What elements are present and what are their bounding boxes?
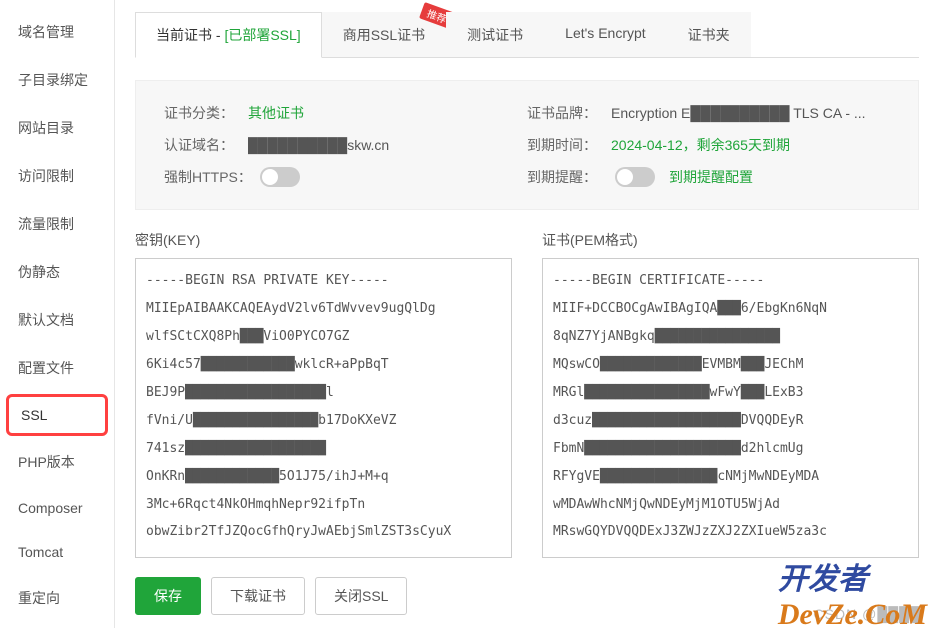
tab-commercial-ssl[interactable]: 商用SSL证书 推荐: [322, 12, 446, 57]
key-title: 密钥(KEY): [135, 230, 512, 250]
save-button[interactable]: 保存: [135, 577, 201, 615]
close-ssl-button[interactable]: 关闭SSL: [315, 577, 407, 615]
sidebar: 域名管理 子目录绑定 网站目录 访问限制 流量限制 伪静态 默认文档 配置文件 …: [0, 0, 115, 628]
cert-brand-label: 证书品牌：: [527, 103, 607, 123]
sidebar-item-rewrite[interactable]: 伪静态: [0, 248, 114, 296]
csdn-watermark: CSDN @████: [814, 606, 921, 622]
pem-title: 证书(PEM格式): [542, 230, 919, 250]
tab-label: 商用SSL证书: [343, 27, 425, 43]
cert-type-label: 证书分类：: [164, 103, 244, 123]
cert-info-panel: 证书分类： 其他证书 证书品牌： Encryption E██████████ …: [135, 80, 919, 210]
force-https-toggle[interactable]: [260, 167, 300, 187]
sidebar-item-composer[interactable]: Composer: [0, 486, 114, 530]
tab-label-prefix: 当前证书 -: [156, 27, 224, 43]
key-textarea[interactable]: [135, 258, 512, 558]
tab-cert-folder[interactable]: 证书夹: [667, 12, 751, 57]
expire-remind-toggle[interactable]: [615, 167, 655, 187]
sidebar-item-config[interactable]: 配置文件: [0, 344, 114, 392]
sidebar-item-default-doc[interactable]: 默认文档: [0, 296, 114, 344]
sidebar-item-domain[interactable]: 域名管理: [0, 8, 114, 56]
pem-box: 证书(PEM格式): [542, 230, 919, 561]
download-cert-button[interactable]: 下载证书: [211, 577, 305, 615]
sidebar-item-redirect[interactable]: 重定向: [0, 574, 114, 622]
key-box: 密钥(KEY): [135, 230, 512, 561]
tab-current-cert[interactable]: 当前证书 - [已部署SSL]: [135, 12, 322, 58]
auth-domain-label: 认证域名：: [164, 135, 244, 155]
expire-value: 2024-04-12，剩余365天到期: [611, 135, 790, 155]
sidebar-item-ssl[interactable]: SSL: [6, 394, 108, 436]
expire-remind-config-link[interactable]: 到期提醒配置: [669, 167, 753, 187]
expire-remind-label: 到期提醒：: [527, 167, 607, 187]
cert-type-value: 其他证书: [248, 103, 304, 123]
auth-domain-value: ██████████skw.cn: [248, 137, 389, 153]
expire-label: 到期时间：: [527, 135, 607, 155]
tab-letsencrypt[interactable]: Let's Encrypt: [544, 12, 667, 57]
pem-textarea[interactable]: [542, 258, 919, 558]
ssl-tabs: 当前证书 - [已部署SSL] 商用SSL证书 推荐 测试证书 Let's En…: [135, 12, 919, 58]
cert-brand-value: Encryption E██████████ TLS CA - ...: [611, 105, 866, 121]
tab-deployed-badge: [已部署SSL]: [224, 27, 300, 43]
sidebar-item-sitedir[interactable]: 网站目录: [0, 104, 114, 152]
sidebar-item-subdir[interactable]: 子目录绑定: [0, 56, 114, 104]
sidebar-item-traffic[interactable]: 流量限制: [0, 200, 114, 248]
sidebar-item-access[interactable]: 访问限制: [0, 152, 114, 200]
action-buttons: 保存 下载证书 关闭SSL: [135, 577, 919, 615]
tab-test-cert[interactable]: 测试证书: [446, 12, 544, 57]
force-https-label: 强制HTTPS：: [164, 167, 252, 187]
content-area: 当前证书 - [已部署SSL] 商用SSL证书 推荐 测试证书 Let's En…: [115, 0, 939, 628]
sidebar-item-php[interactable]: PHP版本: [0, 438, 114, 486]
cert-section: 密钥(KEY) 证书(PEM格式): [135, 230, 919, 561]
sidebar-item-tomcat[interactable]: Tomcat: [0, 530, 114, 574]
